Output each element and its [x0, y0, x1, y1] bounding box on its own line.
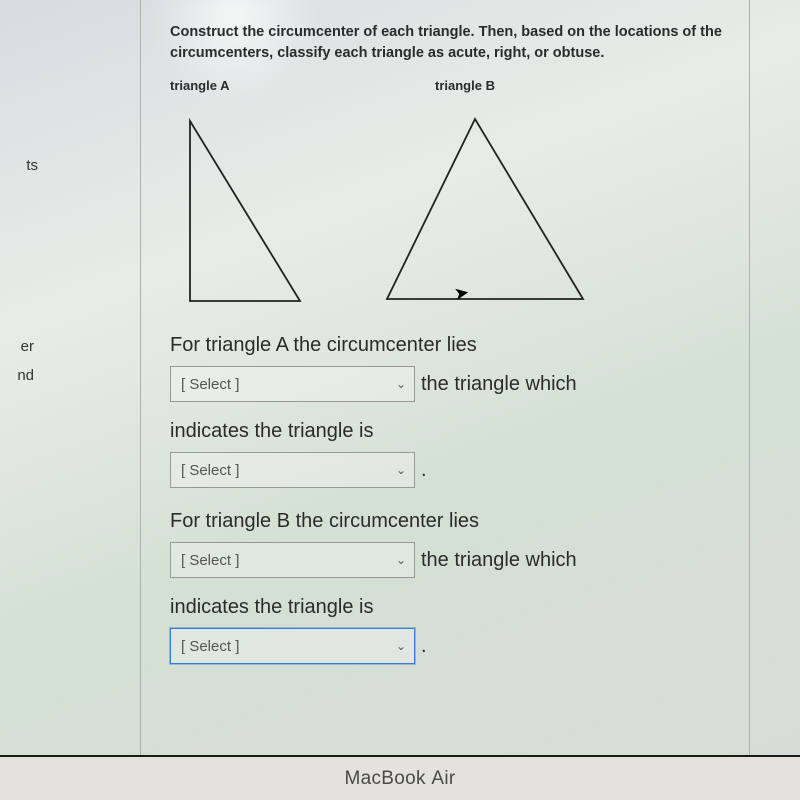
- sidebar-fragment-3: nd: [0, 365, 38, 386]
- question-a-suffix2: .: [421, 455, 427, 485]
- screen: ts er nd Construct the circumcenter of e…: [0, 0, 800, 800]
- question-content: Construct the circumcenter of each trian…: [150, 0, 745, 755]
- question-a-suffix1: the triangle which: [421, 369, 577, 399]
- question-b-select-position[interactable]: [ Select ] ⌄: [170, 542, 415, 578]
- sidebar-fragment-1: ts: [0, 155, 42, 176]
- triangle-b-figure: [375, 111, 595, 306]
- triangle-a-figure: [170, 111, 320, 306]
- question-a-block: For triangle A the circumcenter lies [ S…: [170, 330, 725, 488]
- chevron-down-icon: ⌄: [396, 639, 406, 653]
- instructions-text: Construct the circumcenter of each trian…: [170, 22, 725, 64]
- triangle-b-label: triangle B: [435, 78, 495, 93]
- select-placeholder: [ Select ]: [181, 376, 239, 393]
- question-b-line2: indicates the triangle is: [170, 592, 725, 622]
- triangle-a-label: triangle A: [170, 78, 435, 93]
- column-divider-left: [140, 0, 141, 755]
- question-a-line1: For triangle A the circumcenter lies: [170, 330, 725, 360]
- select-placeholder: [ Select ]: [181, 552, 239, 569]
- select-placeholder: [ Select ]: [181, 638, 239, 655]
- triangle-labels-row: triangle A triangle B: [170, 78, 725, 93]
- chevron-down-icon: ⌄: [396, 553, 406, 567]
- question-b-suffix2: .: [421, 631, 427, 661]
- sidebar-fragment-2: er: [0, 336, 38, 357]
- column-divider-right: [749, 0, 750, 755]
- select-placeholder: [ Select ]: [181, 462, 239, 479]
- question-a-select-type[interactable]: [ Select ] ⌄: [170, 452, 415, 488]
- question-a-line2: indicates the triangle is: [170, 416, 725, 446]
- question-b-select-type[interactable]: [ Select ] ⌄: [170, 628, 415, 664]
- question-b-suffix1: the triangle which: [421, 545, 577, 575]
- triangles-figure: ➤: [170, 101, 725, 306]
- laptop-bezel: MacBook Air: [0, 755, 800, 800]
- chevron-down-icon: ⌄: [396, 463, 406, 477]
- device-label: MacBook Air: [344, 768, 455, 790]
- question-a-select-position[interactable]: [ Select ] ⌄: [170, 366, 415, 402]
- chevron-down-icon: ⌄: [396, 377, 406, 391]
- question-b-line1: For triangle B the circumcenter lies: [170, 506, 725, 536]
- question-b-block: For triangle B the circumcenter lies [ S…: [170, 506, 725, 664]
- left-sidebar: ts er nd: [0, 0, 42, 800]
